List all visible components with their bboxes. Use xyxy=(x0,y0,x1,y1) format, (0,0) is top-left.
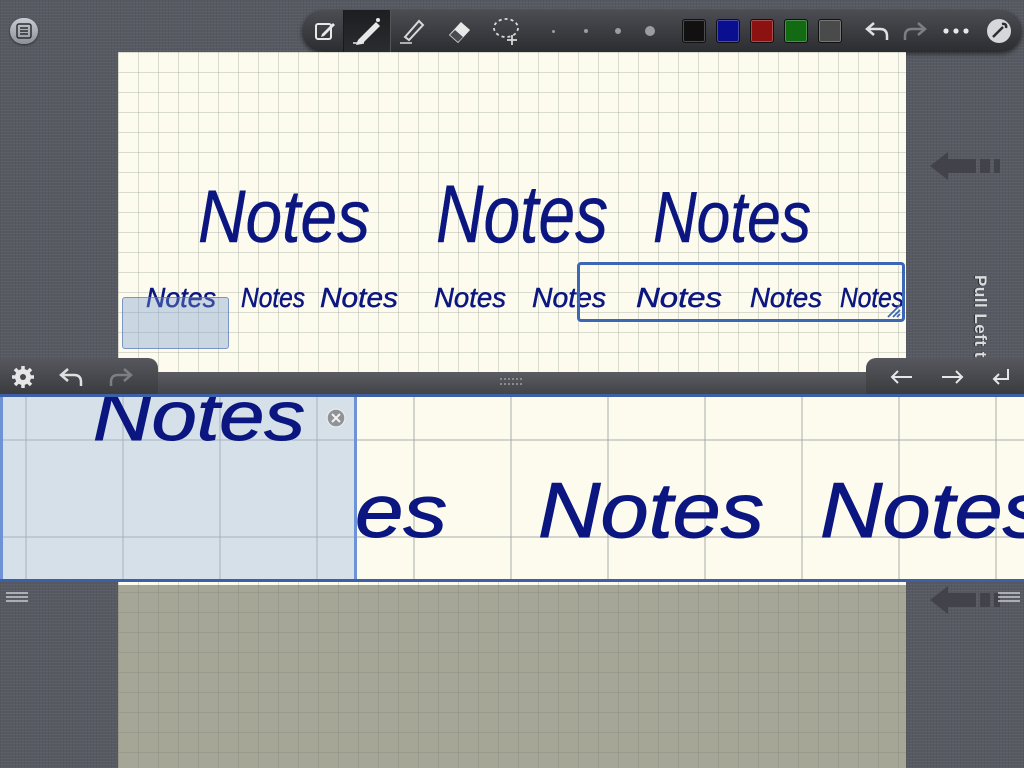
eraser-tool-button[interactable] xyxy=(438,10,480,52)
more-button[interactable] xyxy=(935,10,977,52)
resize-handle-icon[interactable] xyxy=(885,304,901,318)
zoom-selection-writing: Notes xyxy=(93,397,306,456)
gear-icon[interactable] xyxy=(10,364,36,390)
pull-left-arrow-icon xyxy=(930,152,1000,180)
color-gray-swatch[interactable] xyxy=(818,19,842,43)
zoom-selected-word: Notes xyxy=(93,397,305,455)
list-icon xyxy=(16,23,32,39)
zoom-writing-pane[interactable]: es Notes Notes Notes xyxy=(0,394,1024,582)
undo-icon xyxy=(865,22,889,40)
edit-icon xyxy=(315,23,335,40)
pen-size-3[interactable] xyxy=(615,28,621,34)
color-red-swatch[interactable] xyxy=(750,19,774,43)
zoom-window-frame[interactable] xyxy=(577,262,905,322)
page-shade xyxy=(118,585,906,768)
lasso-icon xyxy=(493,18,519,45)
pen-tool-button[interactable] xyxy=(343,10,391,52)
highlighter-icon xyxy=(400,19,425,44)
large-note-3: Notes xyxy=(653,178,811,258)
edit-tool-button[interactable] xyxy=(304,10,346,52)
pen-size-2[interactable] xyxy=(584,29,588,33)
eraser-icon xyxy=(448,21,471,44)
return-icon[interactable] xyxy=(990,367,1012,387)
arrow-right-icon[interactable] xyxy=(940,369,964,385)
color-blue-swatch[interactable] xyxy=(716,19,740,43)
zoom-word-2: Notes xyxy=(820,466,1024,554)
drawing-toolbar xyxy=(302,10,1022,52)
lasso-tool-button[interactable] xyxy=(486,10,528,52)
toolbar-undo-button[interactable] xyxy=(856,10,898,52)
hamburger-right-icon[interactable] xyxy=(998,591,1020,605)
color-green-swatch[interactable] xyxy=(784,19,808,43)
color-black-swatch[interactable] xyxy=(682,19,706,43)
small-note-4: Notes xyxy=(434,282,506,313)
zoom-position-indicator[interactable] xyxy=(122,297,229,349)
redo-icon[interactable] xyxy=(108,366,134,388)
large-note-1: Notes xyxy=(198,175,370,258)
zoom-word-1: Notes xyxy=(538,466,764,554)
more-dots-icon xyxy=(943,28,969,34)
close-icon[interactable] xyxy=(325,407,347,429)
arrow-left-icon[interactable] xyxy=(890,369,914,385)
zoom-bar-strip xyxy=(158,372,866,396)
handwriting-canvas: Notes Notes Notes Notes Notes Notes Note… xyxy=(146,169,905,314)
drag-grip-icon[interactable] xyxy=(500,378,524,388)
toolbar-redo-button[interactable] xyxy=(894,10,936,52)
large-note-2: Notes xyxy=(436,169,608,260)
pull-left-arrow-lower-icon xyxy=(930,586,1000,614)
wrench-icon xyxy=(987,19,1011,43)
settings-wrench-button[interactable] xyxy=(978,10,1020,52)
zoom-partial-word: es xyxy=(355,470,447,553)
small-note-2: Notes xyxy=(241,282,305,313)
menu-button[interactable] xyxy=(10,18,38,44)
highlighter-tool-button[interactable] xyxy=(390,10,432,52)
redo-icon xyxy=(903,22,927,40)
zoom-right-controls xyxy=(866,358,1024,396)
hamburger-icon[interactable] xyxy=(6,591,28,605)
pen-size-1[interactable] xyxy=(552,30,555,33)
zoom-current-selection[interactable]: Notes xyxy=(0,397,357,579)
zoom-left-controls xyxy=(0,358,158,396)
undo-icon[interactable] xyxy=(58,366,84,388)
pen-size-4[interactable] xyxy=(645,26,655,36)
small-note-3: Notes xyxy=(320,282,398,313)
pen-icon xyxy=(353,18,380,45)
